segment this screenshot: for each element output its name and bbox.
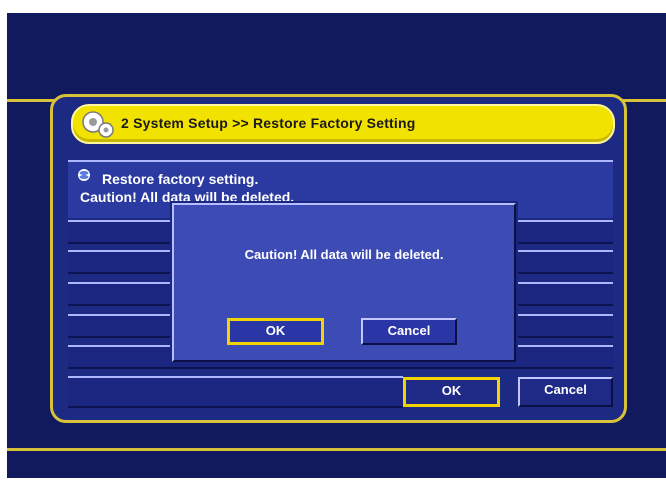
ok-button[interactable]: OK <box>403 377 500 407</box>
menu-title-bar: 2 System Setup >> Restore Factory Settin… <box>71 104 615 144</box>
dialog-cancel-button[interactable]: Cancel <box>361 318 457 345</box>
info-line-1: Restore factory setting. <box>102 171 259 187</box>
info-bullet-icon <box>78 169 90 181</box>
bottom-divider-line <box>7 448 666 451</box>
dialog-message: Caution! All data will be deleted. <box>244 247 444 262</box>
gears-icon <box>82 111 114 138</box>
confirm-dialog: Caution! All data will be deleted. OK Ca… <box>172 203 516 362</box>
footer-row <box>68 376 403 408</box>
dialog-ok-button[interactable]: OK <box>227 318 324 345</box>
cancel-button[interactable]: Cancel <box>518 377 613 407</box>
menu-title-text: 2 System Setup >> Restore Factory Settin… <box>121 115 416 131</box>
